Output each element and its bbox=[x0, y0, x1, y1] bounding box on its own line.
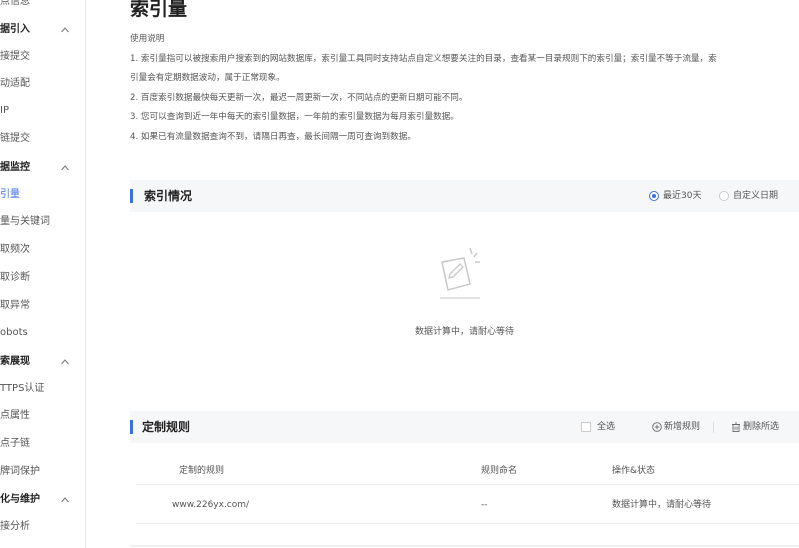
sidebar-item-label: 取频次 bbox=[0, 244, 30, 255]
sidebar-item-label: 化与维护 bbox=[0, 494, 40, 505]
sidebar-item-label: 动适配 bbox=[0, 78, 30, 89]
usage-line: 1. 索引量指可以被搜索用户搜索到的网站数据库，索引量工具同时支持站点自定义想要… bbox=[130, 53, 717, 64]
sidebar: 点信息据引入接提交动适配 IP 链提交据监控引量量与关键词取频次取诊断取异常 obot… bbox=[0, 0, 86, 548]
sidebar-item-label: 点属性 bbox=[0, 410, 30, 421]
radio-last-30-days-label: 最近30天 bbox=[663, 191, 702, 201]
delete-selected-label: 删除所选 bbox=[743, 422, 780, 432]
usage-line: 2. 百度索引数据最快每天更新一次，最迟一周更新一次，不同站点的更新日期可能不同… bbox=[130, 92, 468, 103]
sidebar-item-label: 点信息 bbox=[0, 0, 30, 7]
usage-title: 使用说明 bbox=[130, 34, 165, 44]
usage-line: 引量会有定期数据波动，属于正常现象。 bbox=[130, 73, 285, 83]
sidebar-item-label: 据监控 bbox=[0, 162, 30, 173]
sidebar-item[interactable]: 点属性 bbox=[0, 406, 85, 426]
sidebar-item[interactable]: 取频次 bbox=[0, 240, 85, 260]
sidebar-item[interactable]: 引量 bbox=[0, 185, 85, 205]
checkbox-icon bbox=[581, 422, 591, 432]
table-row: www.226yx.com/ -- 数据计算中，请耐心等待 bbox=[136, 486, 799, 524]
sidebar-group[interactable]: 据监控 bbox=[0, 158, 85, 178]
sidebar-item[interactable]: obots bbox=[0, 323, 85, 343]
sidebar-item[interactable]: 链提交 bbox=[0, 129, 85, 149]
empty-state-text: 数据计算中，请耐心等待 bbox=[414, 327, 514, 337]
column-header-actions-status: 操作&状态 bbox=[612, 466, 656, 476]
sidebar-item[interactable]: 量与关键词 bbox=[0, 212, 85, 232]
plus-circle-icon bbox=[652, 422, 662, 432]
sidebar-item-label: 据引入 bbox=[0, 24, 30, 35]
usage-instructions: 使用说明 1. 索引量指可以被搜索用户搜索到的网站数据库，索引量工具同时支持站点… bbox=[130, 30, 795, 147]
sidebar-item-label: obots bbox=[0, 327, 28, 338]
sidebar-item[interactable]: 取诊断 bbox=[0, 268, 85, 288]
page-title: 索引量 bbox=[130, 0, 188, 20]
chevron-up-icon[interactable] bbox=[61, 496, 69, 504]
sidebar-item-label: TTPS认证 bbox=[0, 383, 45, 394]
rules-panel-title: 定制规则 bbox=[142, 420, 191, 434]
add-rule-label: 新增规则 bbox=[664, 422, 701, 432]
sidebar-item[interactable]: 点子链 bbox=[0, 434, 85, 454]
sidebar-item-label: 取异常 bbox=[0, 300, 30, 311]
sidebar-item-label: 接提交 bbox=[0, 51, 30, 62]
sidebar-item[interactable]: IP bbox=[0, 101, 85, 121]
trash-icon bbox=[732, 422, 740, 432]
section-accent-bar bbox=[130, 189, 133, 203]
sidebar-item-label: 点子链 bbox=[0, 438, 30, 449]
sidebar-item-label: 量与关键词 bbox=[0, 216, 50, 227]
sidebar-group[interactable]: 据引入 bbox=[0, 20, 85, 40]
toolbar-divider bbox=[713, 422, 714, 433]
sidebar-item-label: 索展现 bbox=[0, 356, 30, 367]
rule-name-cell: -- bbox=[481, 500, 488, 510]
usage-line: 3. 您可以查询到近一年中每天的索引量数据，一年前的索引量数据为每月索引量数据。 bbox=[130, 112, 459, 122]
index-panel-header: 索引情况 最近30天 自定义日期 bbox=[130, 180, 799, 212]
column-header-rule-name: 规则命名 bbox=[481, 466, 518, 476]
rules-table-header: 定制的规则 规则命名 操作&状态 bbox=[136, 459, 799, 485]
sidebar-item[interactable]: 接分析 bbox=[0, 517, 85, 537]
divider bbox=[130, 545, 799, 547]
chevron-up-icon[interactable] bbox=[61, 358, 69, 366]
status-cell: 数据计算中，请耐心等待 bbox=[612, 500, 712, 510]
section-accent-bar bbox=[130, 420, 133, 434]
sidebar-item[interactable]: 动适配 bbox=[0, 74, 85, 94]
sidebar-item-label: 引量 bbox=[0, 189, 20, 200]
select-all-label: 全选 bbox=[597, 422, 616, 432]
sidebar-item-label: 取诊断 bbox=[0, 272, 30, 283]
index-panel-title: 索引情况 bbox=[144, 189, 193, 203]
sidebar-item-label: IP bbox=[0, 105, 9, 116]
radio-custom-date-label: 自定义日期 bbox=[733, 191, 779, 201]
sidebar-item-label: 链提交 bbox=[0, 133, 30, 144]
sidebar-group[interactable]: 索展现 bbox=[0, 352, 85, 372]
sidebar-item-label: 接分析 bbox=[0, 521, 30, 532]
radio-selected-icon bbox=[649, 191, 659, 201]
chevron-up-icon[interactable] bbox=[61, 164, 69, 172]
rules-panel-header: 定制规则 全选 新增规则 删除所选 bbox=[130, 411, 799, 443]
empty-state-icon bbox=[440, 247, 480, 299]
sidebar-item[interactable]: 牌词保护 bbox=[0, 462, 85, 482]
rule-cell: www.226yx.com/ bbox=[172, 500, 250, 510]
sidebar-group[interactable]: 化与维护 bbox=[0, 490, 85, 510]
sidebar-item[interactable]: 点信息 bbox=[0, 0, 85, 12]
sidebar-item[interactable]: TTPS认证 bbox=[0, 379, 85, 399]
sidebar-item[interactable]: 接提交 bbox=[0, 47, 85, 67]
sidebar-item-label: 牌词保护 bbox=[0, 466, 40, 477]
usage-line: 4. 如果已有流量数据查询不到，请隔日再查，最长间隔一周可查询到数据。 bbox=[130, 131, 416, 142]
chevron-up-icon[interactable] bbox=[61, 26, 69, 34]
column-header-rule: 定制的规则 bbox=[179, 466, 225, 476]
sidebar-item[interactable]: 取异常 bbox=[0, 296, 85, 316]
radio-unselected-icon bbox=[719, 191, 729, 201]
